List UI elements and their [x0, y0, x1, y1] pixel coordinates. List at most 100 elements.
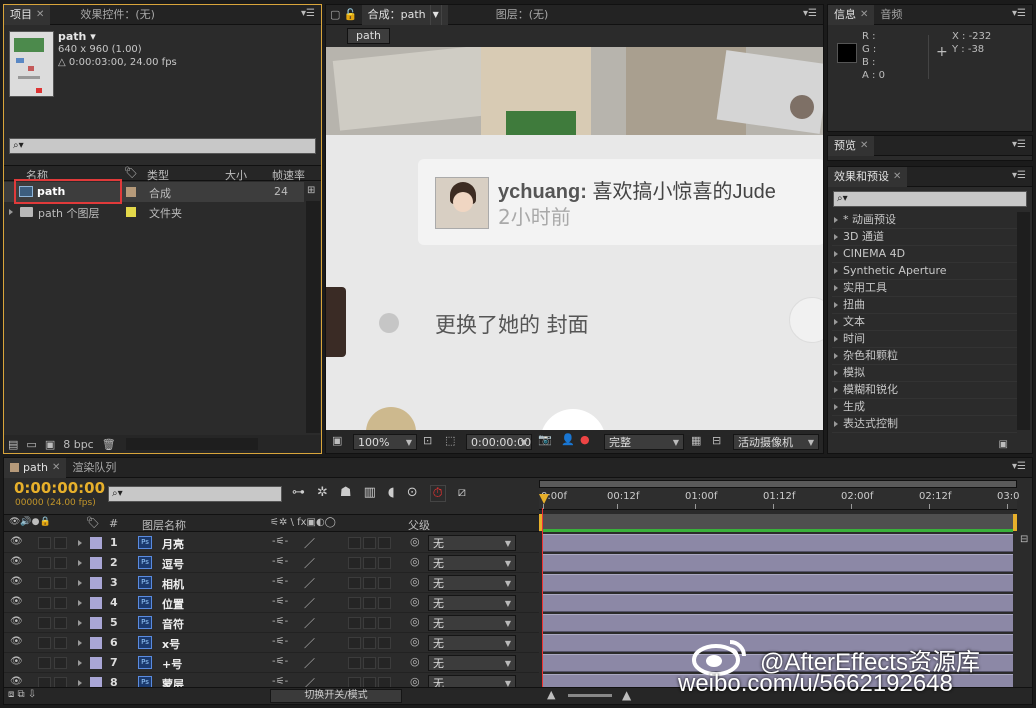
eye-icon[interactable]: 👁	[10, 556, 23, 567]
pick-whip-icon[interactable]: ◎	[410, 615, 420, 628]
pick-whip-icon[interactable]: ◎	[410, 635, 420, 648]
panel-menu-icon[interactable]: ▾☰	[1012, 8, 1026, 19]
quality-switch-icon[interactable]: ／	[304, 595, 315, 611]
motion-blur-switch[interactable]	[363, 617, 376, 629]
3d-switch[interactable]	[378, 557, 391, 569]
label-color-swatch[interactable]	[126, 207, 136, 217]
expand-arrow-icon[interactable]	[78, 560, 82, 566]
eye-icon[interactable]: 👁	[10, 616, 23, 627]
time-ruler[interactable]: 0:00f 00:12f 01:00f 01:12f 02:00f 02:12f 03:0	[539, 488, 1019, 510]
effects-category[interactable]: 时间	[832, 331, 1017, 348]
layer-duration-bar[interactable]	[543, 574, 1013, 592]
solo-switch[interactable]	[38, 597, 51, 609]
fx-switch[interactable]	[348, 597, 361, 609]
3d-switch[interactable]	[378, 637, 391, 649]
close-icon[interactable]: ✕	[860, 136, 868, 156]
eye-icon[interactable]: 👁	[10, 536, 23, 547]
expand-arrow-icon[interactable]	[78, 540, 82, 546]
effects-category[interactable]: 文本	[832, 314, 1017, 331]
eye-icon[interactable]: 👁	[10, 656, 23, 667]
label-color-swatch[interactable]	[90, 657, 102, 669]
column-number[interactable]: #	[109, 517, 118, 530]
comp-viewer[interactable]: ychuang: 喜欢搞小惊喜的Jude 2小时前 更换了她的 封面	[326, 47, 823, 432]
expand-arrow-icon[interactable]	[834, 319, 838, 325]
expand-arrow-icon[interactable]	[78, 600, 82, 606]
expand-arrow-icon[interactable]	[834, 336, 838, 342]
draft-3d-icon[interactable]: ✲	[317, 485, 328, 502]
motion-blur-switch[interactable]	[363, 597, 376, 609]
layer-row[interactable]: 👁 1 Ps 月亮 -⚟- ／ ◎ 无	[4, 533, 539, 553]
tab-preview[interactable]: 预览 ✕	[828, 135, 875, 156]
layer-name[interactable]: 音符	[162, 616, 184, 632]
motion-blur-switch[interactable]	[363, 577, 376, 589]
expand-arrow-icon[interactable]	[78, 620, 82, 626]
panel-menu-icon[interactable]: ▾☰	[803, 8, 817, 19]
shy-switch-icon[interactable]: -⚟-	[272, 576, 288, 587]
expand-arrow-icon[interactable]	[834, 234, 838, 240]
layer-name[interactable]: +号	[162, 656, 182, 672]
fx-switch[interactable]	[348, 557, 361, 569]
expand-arrow-icon[interactable]	[834, 285, 838, 291]
3d-switch[interactable]	[378, 597, 391, 609]
eye-icon[interactable]: 👁	[10, 596, 23, 607]
layer-row[interactable]: 👁 4 Ps 位置 -⚟- ／ ◎ 无	[4, 593, 539, 613]
quality-switch-icon[interactable]: ／	[304, 555, 315, 571]
project-vertical-scrollbar[interactable]	[306, 201, 320, 433]
shy-switch-icon[interactable]: -⚟-	[272, 596, 288, 607]
shy-switch-icon[interactable]: -⚟-	[272, 636, 288, 647]
zoom-dropdown[interactable]: 100%	[353, 434, 417, 450]
layer-row[interactable]: 👁 5 Ps 音符 -⚟- ／ ◎ 无	[4, 613, 539, 633]
column-type[interactable]: 类型	[147, 167, 169, 183]
effects-category[interactable]: 表达式控制	[832, 416, 1017, 433]
expand-arrow-icon[interactable]	[834, 404, 838, 410]
solo-switch[interactable]	[38, 617, 51, 629]
region-of-interest-icon[interactable]: ⬚	[445, 434, 455, 447]
zoom-out-icon[interactable]: ▲	[547, 688, 555, 701]
lock-switch[interactable]	[54, 597, 67, 609]
layer-name[interactable]: 月亮	[162, 536, 184, 552]
new-preset-icon[interactable]: ▣	[999, 439, 1008, 450]
timeline-search-input[interactable]: ⌕▾	[108, 486, 282, 502]
effects-category[interactable]: * 动画预设	[832, 212, 1017, 229]
panel-menu-icon[interactable]: ▾☰	[1012, 461, 1026, 472]
panel-menu-icon[interactable]: ▾☰	[1012, 170, 1026, 181]
tab-effect-controls[interactable]: 效果控件：(无)	[74, 5, 161, 25]
fx-switch[interactable]	[348, 637, 361, 649]
shy-switch-icon[interactable]: -⚟-	[272, 556, 288, 567]
3d-switch[interactable]	[378, 577, 391, 589]
tab-project[interactable]: 项目 ✕	[4, 4, 51, 25]
quality-switch-icon[interactable]: ／	[304, 575, 315, 591]
camera-dropdown[interactable]: 活动摄像机	[733, 434, 819, 450]
expand-arrow-icon[interactable]	[78, 580, 82, 586]
fit-icon[interactable]: ⊡	[423, 434, 432, 447]
project-search-input[interactable]: ⌕▾	[9, 138, 316, 154]
eye-icon[interactable]: 👁	[10, 576, 23, 587]
tab-render-queue[interactable]: 渲染队列	[66, 458, 122, 478]
always-preview-icon[interactable]: ▣	[332, 434, 342, 447]
expand-arrow-icon[interactable]	[834, 217, 838, 223]
layer-row[interactable]: 👁 7 Ps +号 -⚟- ／ ◎ 无	[4, 653, 539, 673]
fx-switch[interactable]	[348, 577, 361, 589]
close-icon[interactable]: ✕	[52, 458, 60, 478]
effects-category[interactable]: 模糊和锐化	[832, 382, 1017, 399]
layer-name[interactable]: 逗号	[162, 556, 184, 572]
effects-search-input[interactable]: ⌕▾	[833, 191, 1027, 207]
layer-duration-bar[interactable]	[543, 554, 1013, 572]
shy-switch-icon[interactable]: -⚟-	[272, 676, 288, 687]
interpret-footage-icon[interactable]: ▤	[8, 438, 18, 451]
close-icon[interactable]: ✕	[36, 5, 44, 25]
eye-icon[interactable]: 👁	[10, 636, 23, 647]
panel-menu-icon[interactable]: ▾☰	[1012, 139, 1026, 150]
solo-switch[interactable]	[38, 557, 51, 569]
resolution-dropdown[interactable]: 完整	[604, 434, 684, 450]
comp-mini-flowchart-icon[interactable]: ⊶	[292, 485, 305, 502]
layer-duration-bar[interactable]	[543, 594, 1013, 612]
trash-icon[interactable]: 🗑	[102, 438, 116, 451]
tab-effects-presets[interactable]: 效果和预设 ✕	[828, 166, 908, 187]
lock-icon[interactable]: ▢ 🔓	[326, 5, 362, 25]
expand-arrow-icon[interactable]	[78, 680, 82, 686]
pick-whip-icon[interactable]: ◎	[410, 535, 420, 548]
lock-switch[interactable]	[54, 657, 67, 669]
motion-blur-switch[interactable]	[363, 557, 376, 569]
quality-switch-icon[interactable]: ／	[304, 535, 315, 551]
